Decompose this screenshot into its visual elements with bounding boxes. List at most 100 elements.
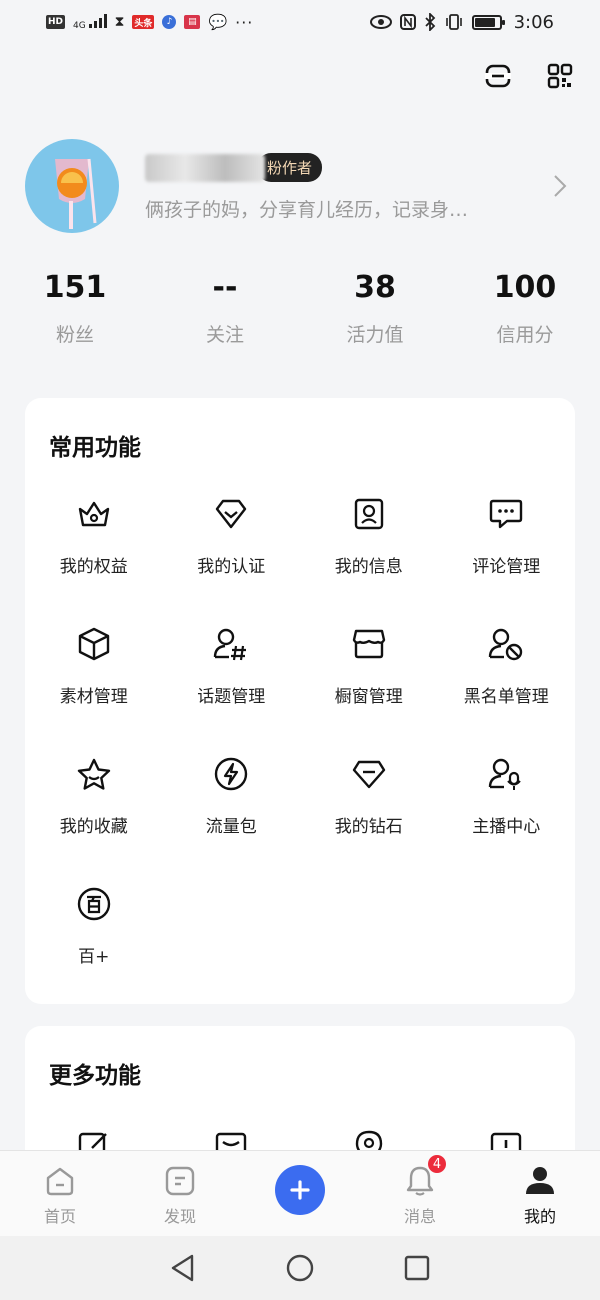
status-bar: HD 4G ⧗ 头条 ♪ ▤ 💬 ··· 3:06 — [0, 0, 600, 44]
stat-label: 信用分 — [496, 324, 554, 346]
nav-publish[interactable] — [240, 1151, 360, 1236]
qr-code-icon[interactable] — [546, 62, 574, 90]
comment-icon — [488, 496, 524, 532]
func-my-favorites[interactable]: 我的收藏 — [25, 756, 163, 886]
stats-row: 151 粉丝 -- 关注 38 活力值 100 信用分 — [0, 270, 600, 347]
bluetooth-icon — [424, 13, 435, 31]
publish-plus-icon[interactable] — [275, 1165, 325, 1215]
section-title: 常用功能 — [49, 435, 141, 461]
function-grid: 我的权益 我的认证 我的信息 评论管理 素材管理 话题管理 橱窗管理 黑名单管理… — [25, 496, 575, 1016]
nfc-icon — [399, 14, 416, 30]
nav-label: 首页 — [43, 1207, 76, 1226]
battery-icon — [471, 14, 505, 30]
verify-icon — [213, 496, 249, 532]
message-count-badge: 4 — [426, 1153, 448, 1175]
func-anchor-center[interactable]: 主播中心 — [438, 756, 576, 886]
func-material-management[interactable]: 素材管理 — [25, 626, 163, 756]
more-notifications-icon: ··· — [235, 12, 254, 32]
stat-value: -- — [212, 270, 238, 305]
nav-label: 消息 — [403, 1207, 436, 1226]
func-topic-management[interactable]: 话题管理 — [163, 626, 301, 756]
stat-activity[interactable]: 38 活力值 — [300, 270, 450, 347]
func-comment-management[interactable]: 评论管理 — [438, 496, 576, 626]
nav-messages[interactable]: 4 消息 — [360, 1151, 480, 1236]
func-label: 素材管理 — [59, 687, 128, 707]
topic-icon — [213, 626, 249, 662]
hourglass-icon: ⧗ — [114, 14, 125, 30]
section-title: 更多功能 — [49, 1063, 141, 1089]
book-app-icon: ▤ — [184, 15, 201, 29]
func-my-benefits[interactable]: 我的权益 — [25, 496, 163, 626]
stat-value: 151 — [43, 270, 107, 305]
func-label: 我的收藏 — [59, 817, 128, 837]
nav-me[interactable]: 我的 — [480, 1151, 600, 1236]
bai-plus-icon — [76, 886, 112, 922]
func-blocklist-management[interactable]: 黑名单管理 — [438, 626, 576, 756]
toutiao-app-icon: 头条 — [132, 15, 155, 29]
func-label: 流量包 — [205, 817, 257, 837]
chat-app-icon: 💬 — [208, 13, 228, 31]
func-label: 我的信息 — [334, 557, 403, 577]
status-left: HD 4G ⧗ 头条 ♪ ▤ 💬 ··· — [46, 13, 253, 32]
nav-home[interactable]: 首页 — [0, 1151, 120, 1236]
avatar[interactable] — [25, 139, 119, 233]
lightning-icon — [213, 756, 249, 792]
stat-credit[interactable]: 100 信用分 — [450, 270, 600, 347]
username-blurred — [145, 153, 265, 182]
func-label: 百+ — [78, 947, 110, 967]
cube-icon — [76, 626, 112, 662]
profile-bio: 俩孩子的妈，分享育儿经历，记录身… — [145, 198, 469, 221]
status-right: 3:06 — [369, 11, 554, 33]
func-data-package[interactable]: 流量包 — [163, 756, 301, 886]
home-icon — [42, 1163, 78, 1199]
func-label: 我的钻石 — [334, 817, 403, 837]
music-app-icon: ♪ — [162, 15, 177, 29]
nav-discover[interactable]: 发现 — [120, 1151, 240, 1236]
stat-label: 活力值 — [346, 324, 404, 346]
nav-label: 发现 — [163, 1207, 196, 1226]
stat-fans[interactable]: 151 粉丝 — [0, 270, 150, 347]
system-nav-bar — [0, 1236, 600, 1300]
common-functions-card: 常用功能 我的权益 我的认证 我的信息 评论管理 素材管理 话题管理 橱窗管理 … — [25, 398, 575, 1004]
func-label: 黑名单管理 — [463, 687, 549, 707]
func-label: 橱窗管理 — [334, 687, 403, 707]
discover-icon — [162, 1163, 198, 1199]
func-showcase-management[interactable]: 橱窗管理 — [300, 626, 438, 756]
top-actions — [484, 62, 574, 90]
func-my-verification[interactable]: 我的认证 — [163, 496, 301, 626]
scan-icon[interactable] — [484, 62, 512, 90]
func-label: 话题管理 — [197, 687, 266, 707]
profile-info: 粉作者 俩孩子的妈，分享育儿经历，记录身… — [145, 151, 575, 222]
nav-label: 我的 — [523, 1207, 556, 1226]
signal-icon: 4G — [73, 13, 107, 31]
func-label: 主播中心 — [472, 817, 541, 837]
func-bai-plus[interactable]: 百+ — [25, 886, 163, 1016]
crown-icon — [76, 496, 112, 532]
home-circle-icon[interactable] — [286, 1254, 314, 1282]
hd-indicator: HD — [46, 15, 66, 29]
vibrate-icon — [445, 14, 462, 30]
chevron-right-icon[interactable] — [553, 174, 567, 198]
stat-following[interactable]: -- 关注 — [150, 270, 300, 347]
profile-card-icon — [351, 496, 387, 532]
shop-icon — [351, 626, 387, 662]
func-label: 我的认证 — [197, 557, 266, 577]
recents-square-icon[interactable] — [404, 1255, 430, 1281]
blocklist-icon — [488, 626, 524, 662]
func-my-diamonds[interactable]: 我的钻石 — [300, 756, 438, 886]
eye-icon — [369, 15, 392, 29]
name-row: 粉作者 — [145, 151, 575, 185]
clock: 3:06 — [513, 11, 554, 33]
stat-label: 关注 — [205, 324, 244, 346]
stat-label: 粉丝 — [55, 324, 94, 346]
func-label: 我的权益 — [59, 557, 128, 577]
back-icon[interactable] — [170, 1254, 196, 1282]
me-icon — [522, 1163, 558, 1199]
diamond-icon — [351, 756, 387, 792]
func-my-info[interactable]: 我的信息 — [300, 496, 438, 626]
func-label: 评论管理 — [472, 557, 541, 577]
anchor-icon — [488, 756, 524, 792]
star-icon — [76, 756, 112, 792]
profile-header[interactable]: 粉作者 俩孩子的妈，分享育儿经历，记录身… — [25, 138, 575, 234]
bottom-nav: 首页 发现 4 消息 我的 — [0, 1150, 600, 1236]
